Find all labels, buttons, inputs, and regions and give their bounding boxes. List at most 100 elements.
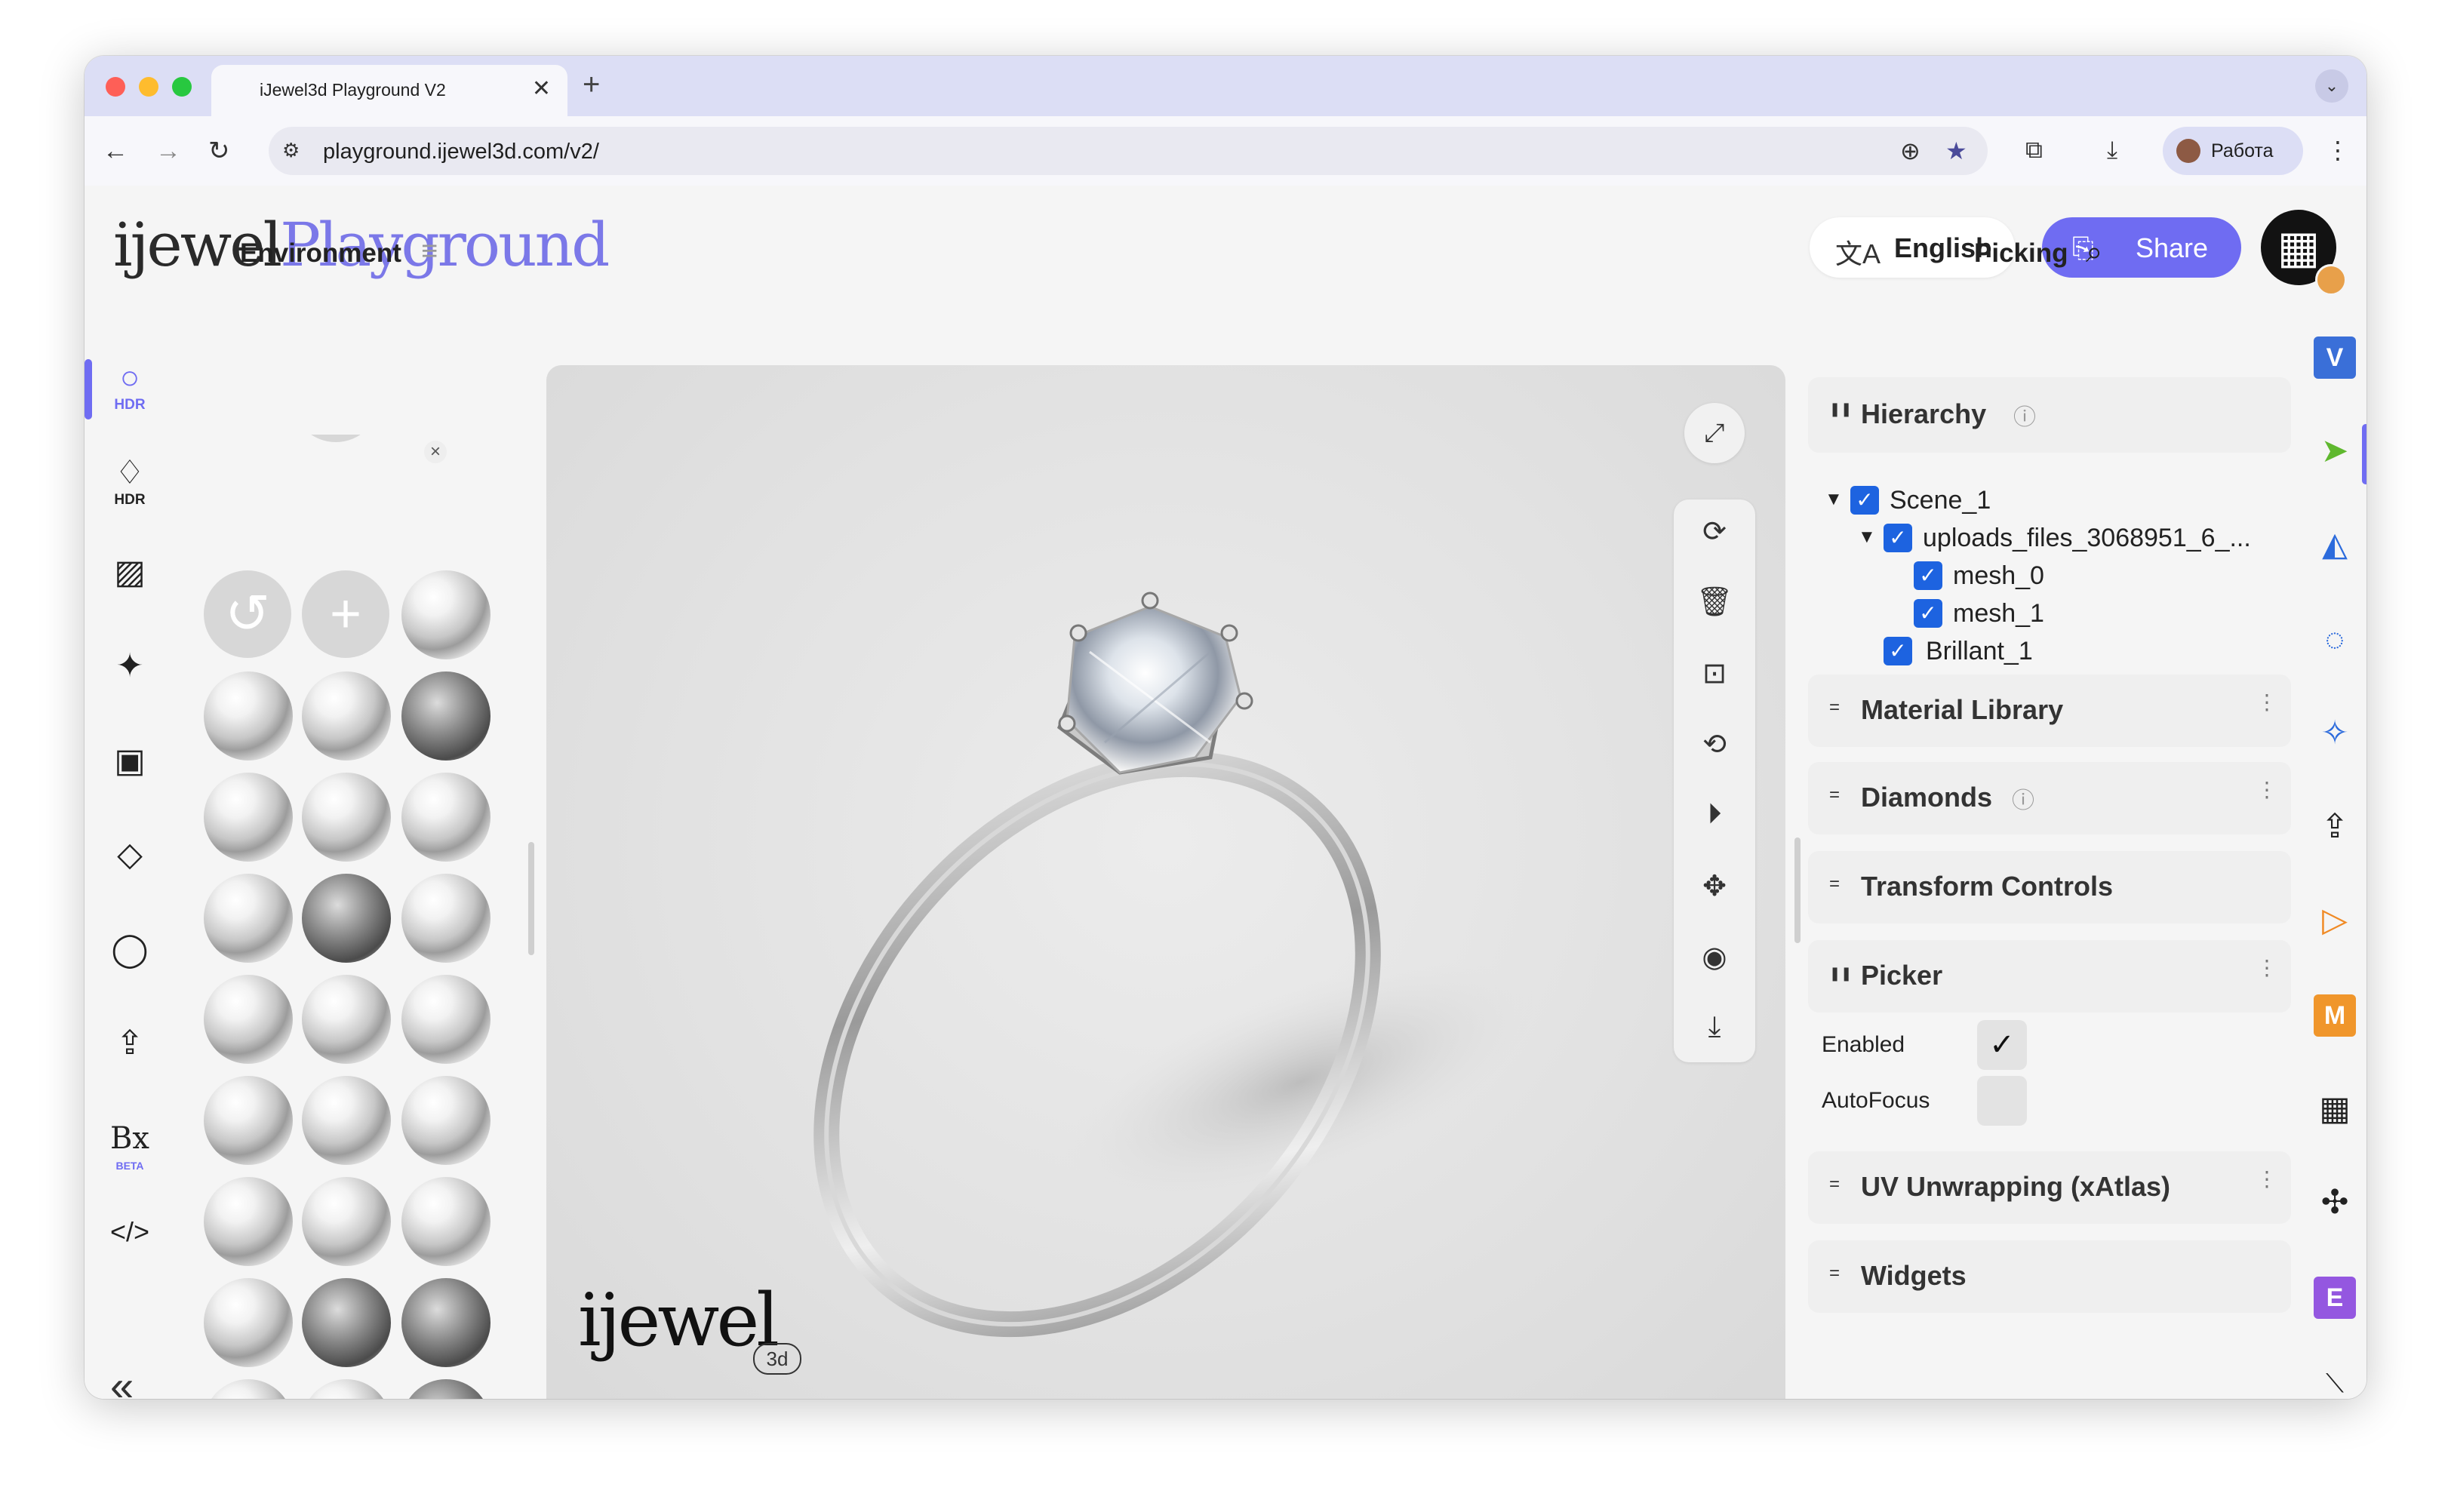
- puzzle-icon[interactable]: ✣: [2314, 1182, 2356, 1224]
- zoom-icon[interactable]: ⊕: [1900, 137, 1921, 165]
- circle-arrow-icon[interactable]: ◌: [2314, 619, 2356, 661]
- nav-bx-beta[interactable]: Bx BETA: [85, 1120, 175, 1188]
- reset-environment-button[interactable]: ↺: [204, 570, 291, 658]
- expand-caret-icon[interactable]: ▼: [1858, 527, 1876, 548]
- info-icon[interactable]: ⓘ: [2013, 398, 2036, 432]
- environment-thumbnail[interactable]: [401, 975, 491, 1064]
- environment-thumbnail[interactable]: [401, 671, 491, 761]
- environment-thumbnail[interactable]: [204, 773, 293, 862]
- tree-node-brillant[interactable]: ✓ Brillant_1: [1884, 637, 2276, 670]
- sync-icon[interactable]: ⟲: [1674, 727, 1755, 761]
- environment-thumbnail[interactable]: [401, 1076, 491, 1165]
- collapse-sidebar-icon[interactable]: «: [110, 1361, 134, 1399]
- info-icon[interactable]: ⓘ: [2012, 782, 2034, 815]
- tab-close-icon[interactable]: ✕: [532, 75, 551, 102]
- address-bar[interactable]: ⚙ playground.ijewel3d.com/v2/ ⊕ ★: [269, 127, 1988, 175]
- fullscreen-button[interactable]: ⤢: [1684, 403, 1745, 463]
- nav-plane[interactable]: ◇: [85, 836, 175, 904]
- enabled-checkbox[interactable]: ✓: [1977, 1020, 2027, 1070]
- browser-menu-icon[interactable]: ⋮: [2326, 136, 2350, 164]
- environment-thumbnail[interactable]: [204, 1278, 293, 1367]
- add-environment-button[interactable]: +: [302, 570, 389, 658]
- bookmark-star-icon[interactable]: ★: [1945, 137, 1967, 165]
- environment-library-icon[interactable]: ≡: [421, 235, 438, 268]
- minimize-window-button[interactable]: [139, 77, 158, 97]
- environment-thumbnail[interactable]: [204, 671, 293, 761]
- profile-button[interactable]: Работа: [2163, 127, 2303, 175]
- star-icon[interactable]: ✧: [2314, 712, 2356, 754]
- environment-thumbnail[interactable]: [401, 1177, 491, 1266]
- environment-thumbnail[interactable]: [302, 1379, 391, 1399]
- new-tab-button[interactable]: +: [583, 69, 600, 100]
- kebab-menu-icon[interactable]: ⋮: [2256, 777, 2277, 802]
- resize-icon[interactable]: ⟍: [2314, 1363, 2356, 1399]
- browser-tab[interactable]: iJewel3d Playground V2 ✕: [211, 65, 567, 116]
- extensions-icon[interactable]: ⧉: [2025, 136, 2043, 164]
- environment-thumbnail[interactable]: [302, 1278, 391, 1367]
- tree-node-mesh0[interactable]: ✓ mesh_0: [1914, 561, 2276, 595]
- tree-node-uploads[interactable]: ▼ ✓ uploads_files_3068951_6_...: [1858, 524, 2280, 557]
- focus-icon[interactable]: ⊡: [1674, 656, 1755, 690]
- environment-scrollbar[interactable]: [528, 842, 534, 955]
- download-icon[interactable]: ⤓: [1674, 1011, 1755, 1043]
- visibility-checkbox[interactable]: ✓: [1914, 561, 1942, 590]
- play-outline-icon[interactable]: ▷: [2314, 899, 2356, 942]
- remove-environment-icon[interactable]: ×: [424, 441, 447, 463]
- environment-thumbnail[interactable]: [204, 1177, 293, 1266]
- environment-thumbnail[interactable]: [401, 874, 491, 963]
- autofocus-checkbox[interactable]: [1977, 1076, 2027, 1126]
- 3d-viewport[interactable]: ⤢ ⟳ 🗑 ⊡ ⟲ ⏵ ✥ ◉ ⤓ ijewel 3d: [546, 365, 1785, 1399]
- environment-thumbnail[interactable]: [401, 1278, 491, 1367]
- drag-handle-icon[interactable]: =: [1829, 1174, 1840, 1195]
- section-material-library[interactable]: = Material Library ⋮: [1808, 675, 2291, 747]
- downloads-icon[interactable]: ⤓: [2107, 136, 2117, 164]
- play-icon[interactable]: ⏵: [1674, 798, 1755, 831]
- section-hierarchy[interactable]: ❚❚ Hierarchy ⓘ: [1808, 377, 2291, 453]
- visibility-checkbox[interactable]: ✓: [1850, 486, 1879, 515]
- section-uv-unwrapping[interactable]: = UV Unwrapping (xAtlas) ⋮: [1808, 1151, 2291, 1224]
- environment-thumbnail[interactable]: [204, 1076, 293, 1165]
- back-icon[interactable]: ←: [103, 136, 128, 166]
- nav-code[interactable]: </>: [85, 1213, 175, 1281]
- v-badge-icon[interactable]: V: [2314, 337, 2356, 379]
- trash-icon[interactable]: 🗑: [1674, 585, 1755, 619]
- expand-caret-icon[interactable]: ▼: [1825, 489, 1843, 510]
- environment-thumbnail[interactable]: [204, 975, 293, 1064]
- m-badge-icon[interactable]: M: [2314, 994, 2356, 1037]
- kebab-menu-icon[interactable]: ⋮: [2256, 955, 2277, 980]
- reload-icon[interactable]: ↻: [208, 136, 230, 166]
- environment-thumbnail[interactable]: [302, 975, 391, 1064]
- drag-handle-icon[interactable]: =: [1829, 697, 1840, 718]
- pointer-icon[interactable]: ➤: [2314, 430, 2356, 472]
- nav-hatch[interactable]: ▨: [85, 554, 175, 622]
- environment-thumbnail[interactable]: [302, 1177, 391, 1266]
- e-badge-icon[interactable]: E: [2314, 1277, 2356, 1319]
- tree-node-scene[interactable]: ▼ ✓ Scene_1: [1825, 486, 2277, 519]
- export-icon[interactable]: ⇪: [2314, 806, 2356, 848]
- forward-icon[interactable]: →: [155, 136, 181, 166]
- environment-thumbnail[interactable]: [302, 671, 391, 761]
- kebab-menu-icon[interactable]: ⋮: [2256, 690, 2277, 715]
- drag-handle-icon[interactable]: =: [1829, 785, 1840, 806]
- nav-ring[interactable]: ◯: [85, 931, 175, 999]
- section-diamonds[interactable]: = Diamonds ⓘ ⋮: [1808, 762, 2291, 834]
- environment-thumbnail[interactable]: [302, 773, 391, 862]
- drag-handle-icon[interactable]: ❚❚: [1829, 401, 1852, 417]
- drag-handle-icon[interactable]: ❚❚: [1829, 966, 1852, 982]
- url-text[interactable]: playground.ijewel3d.com/v2/: [323, 140, 599, 164]
- kebab-menu-icon[interactable]: ⋮: [2256, 1166, 2277, 1191]
- nav-hdr-environment[interactable]: ○ HDR: [85, 359, 175, 427]
- drag-handle-icon[interactable]: =: [1829, 1263, 1840, 1284]
- share-button[interactable]: ⎘ Share: [2042, 217, 2241, 278]
- environment-thumbnail[interactable]: [204, 1379, 293, 1399]
- rotate-icon[interactable]: ⟳: [1674, 515, 1755, 549]
- environment-thumbnail[interactable]: [204, 874, 293, 963]
- environment-thumbnail-selected[interactable]: [401, 570, 491, 659]
- close-window-button[interactable]: [106, 77, 125, 97]
- nav-upload[interactable]: ⇪: [85, 1025, 175, 1093]
- grid-icon[interactable]: ▦: [2314, 1088, 2356, 1130]
- tree-node-mesh1[interactable]: ✓ mesh_1: [1914, 599, 2276, 632]
- environment-thumbnail[interactable]: [401, 1379, 491, 1399]
- visibility-checkbox[interactable]: ✓: [1884, 524, 1912, 552]
- environment-thumbnail[interactable]: [302, 1076, 391, 1165]
